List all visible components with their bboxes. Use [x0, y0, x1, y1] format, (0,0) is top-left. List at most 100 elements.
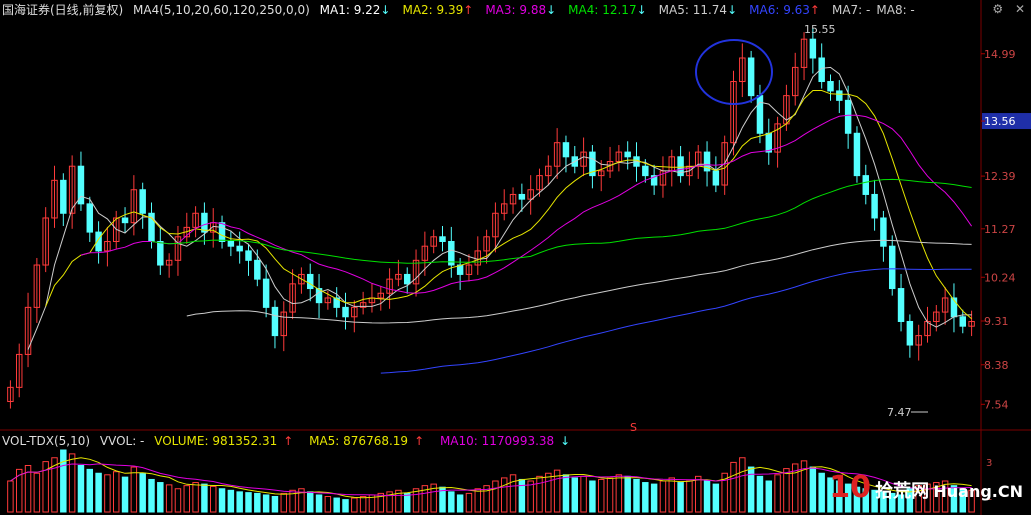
volume-bar: [95, 472, 102, 513]
volume-bar: [192, 482, 199, 513]
volume-bar: [448, 491, 455, 513]
window-icons: ⚙ ✕: [984, 2, 1025, 16]
volume-bar: [518, 478, 526, 513]
price-tick-label: 13.56: [984, 115, 1016, 128]
volume-bar: [333, 497, 340, 513]
volume-bar: [571, 477, 579, 513]
price-tick-label: 10.24: [984, 271, 1016, 284]
candle-body: [403, 273, 411, 285]
candle-body: [262, 278, 270, 308]
volume-bar: [359, 496, 367, 513]
candle-body: [518, 193, 526, 200]
candle-body: [271, 306, 279, 337]
volume-bar: [589, 480, 596, 513]
close-icon[interactable]: ✕: [1015, 2, 1025, 16]
volume-bar: [606, 477, 614, 513]
volume-bar: [77, 465, 85, 513]
volume-bar: [545, 472, 552, 513]
ma-legend-item: MA3: 9.88↓: [485, 3, 557, 17]
volume-bar: [694, 475, 702, 513]
candle-body: [712, 170, 720, 186]
volume-bar: [139, 472, 146, 513]
volume-bar: [280, 492, 288, 513]
volume-bar: [624, 475, 631, 513]
candle-body: [157, 240, 164, 266]
candle-body: [139, 189, 146, 214]
volume-bar: [201, 483, 208, 513]
volume-bar: [262, 494, 270, 513]
volume-bar: [562, 474, 570, 513]
volume-bar: [157, 482, 164, 513]
volume-bar: [783, 468, 790, 513]
candle-body: [765, 132, 773, 153]
ma-set: MA4(5,10,20,60,120,250,0,0): [133, 3, 310, 17]
volume-bar: [474, 488, 482, 513]
volume-bar: [465, 492, 473, 513]
candle-body: [809, 38, 817, 59]
candle-body: [871, 193, 878, 219]
gear-icon[interactable]: ⚙: [992, 2, 1003, 16]
volume-bar: [739, 457, 746, 513]
volume-bar: [271, 496, 279, 513]
stock-title: 国海证券(日线,前复权): [2, 3, 124, 17]
candle-body: [959, 316, 967, 327]
volume-bar: [236, 491, 243, 513]
volume-bar: [104, 474, 111, 513]
volume-bar: [615, 474, 623, 513]
volume-bar: [174, 488, 182, 513]
candle-body: [86, 203, 94, 233]
signal-marker: S: [630, 421, 637, 434]
volume-bar: [33, 472, 41, 513]
candle-body: [218, 222, 226, 242]
volume-bar: [668, 477, 676, 513]
volume-bar: [659, 480, 667, 513]
ma-legend-item: MA6: 9.63↑: [749, 3, 820, 17]
volume-bar: [677, 482, 684, 513]
volume-bar: [218, 488, 226, 513]
candle-body: [906, 320, 914, 346]
candle-body: [862, 175, 870, 195]
volume-bar: [703, 480, 711, 513]
volume-bar: [756, 475, 764, 513]
candle-body: [827, 81, 834, 92]
candle-body: [227, 240, 235, 247]
ma5-line: [27, 66, 972, 350]
candle-body: [747, 57, 755, 97]
volume-indicator-title: VOL-TDX(5,10): [2, 434, 91, 448]
ma-legend-item: MA8: -: [876, 3, 915, 17]
volume-bar: [68, 453, 76, 513]
volume-bar: [403, 492, 411, 513]
volume-bar: [7, 480, 14, 513]
volume-tick-label: 3: [986, 458, 992, 469]
candle-body: [624, 151, 631, 158]
price-tick-label: 12.39: [984, 170, 1016, 183]
candle-body: [642, 165, 649, 177]
volume-bar: [774, 474, 781, 513]
price-tick-label: 14.99: [984, 48, 1016, 61]
volume-bar: [650, 483, 658, 513]
price-legend: 国海证券(日线,前复权) MA4(5,10,20,60,120,250,0,0)…: [2, 1, 927, 18]
candle-body: [897, 288, 905, 322]
price-tick-label: 9.31: [984, 315, 1009, 328]
low-label: 7.47: [887, 406, 912, 419]
price-tick-label: 7.54: [984, 398, 1009, 411]
candle-body: [342, 306, 349, 318]
candle-body: [844, 99, 852, 134]
volume-bar: [580, 475, 587, 513]
ma-legend-item: MA7: -: [831, 3, 871, 17]
volume-bar: [818, 472, 825, 513]
ma-legend-item: MA2: 9.39↑: [402, 3, 474, 17]
ma-legend-item: MA1: 9.22↓: [319, 3, 391, 17]
volume-bar: [500, 477, 508, 513]
watermark-logo: 10 拾荒网 Huang.CN: [829, 470, 1023, 505]
candle-body: [245, 250, 252, 261]
volume-bar: [342, 499, 349, 513]
volume-bar: [456, 494, 464, 513]
vvol-value: VVOL: -: [99, 434, 145, 448]
volume-bar: [315, 494, 323, 513]
volume-bar: [165, 484, 173, 513]
volume-bar: [86, 468, 94, 513]
volume-bar: [245, 492, 252, 513]
candle-body: [306, 273, 314, 290]
volume-bar: [597, 478, 605, 513]
